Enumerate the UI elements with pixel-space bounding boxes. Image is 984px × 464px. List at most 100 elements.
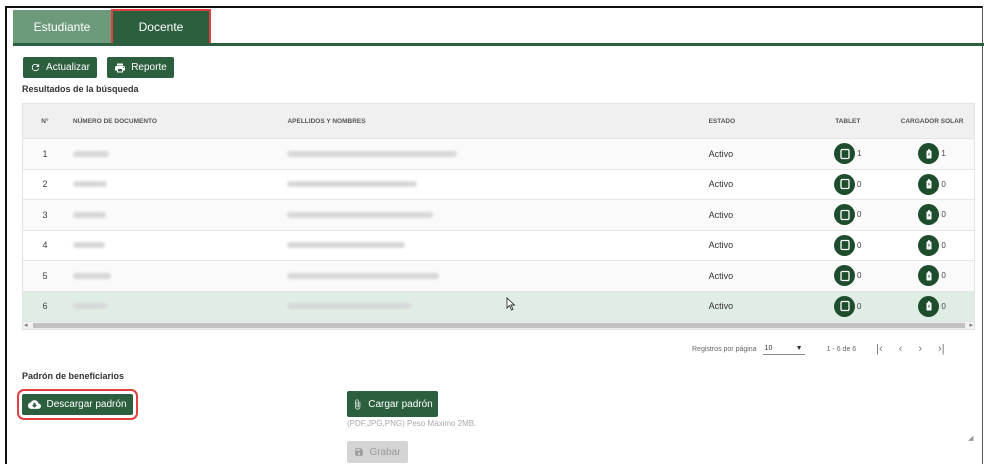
solar-charger-icon[interactable] [918, 265, 940, 287]
solar-count[interactable]: 1 [918, 143, 946, 165]
save-label: Grabar [369, 446, 401, 458]
tablet-count[interactable]: 0 [834, 234, 861, 256]
table-row[interactable]: 4 Activo 0 0 [23, 231, 974, 261]
prev-page-icon[interactable]: ‹ [899, 343, 903, 355]
row-tablet: 0 [805, 200, 890, 230]
tab-docente[interactable]: Docente [111, 9, 211, 45]
redacted-text [72, 150, 109, 157]
header-documento[interactable]: NÚMERO DE DOCUMENTO [67, 104, 282, 138]
redacted-text [72, 303, 107, 310]
solar-count[interactable]: 0 [918, 265, 946, 287]
header-tablet[interactable]: TABLET [805, 104, 890, 138]
tablet-count[interactable]: 1 [834, 143, 862, 165]
solar-charger-icon[interactable] [918, 204, 940, 226]
header-cargador[interactable]: CARGADOR SOLAR [890, 104, 974, 138]
row-number: 2 [42, 179, 48, 190]
redacted-text [287, 181, 418, 188]
row-number: 5 [42, 270, 48, 281]
report-button[interactable]: Reporte [107, 57, 174, 78]
solar-count-value: 0 [941, 210, 946, 220]
tablet-count[interactable]: 0 [834, 204, 861, 226]
tab-estudiante[interactable]: Estudiante [13, 10, 111, 44]
paperclip-icon [355, 398, 361, 410]
tablet-count-value: 0 [857, 271, 862, 281]
solar-count[interactable]: 0 [918, 204, 946, 226]
row-documento [67, 261, 282, 291]
solar-charger-icon[interactable] [918, 173, 940, 195]
solar-charger-icon[interactable] [918, 295, 940, 317]
row-number: 1 [42, 148, 48, 159]
row-tablet: 0 [805, 292, 890, 322]
row-cargador: 0 [890, 292, 974, 322]
tablet-count[interactable]: 0 [834, 173, 862, 195]
horizontal-scrollbar[interactable]: ◂ ▸ [22, 321, 975, 330]
row-tablet: 0 [805, 170, 890, 200]
row-estado: Activo [708, 209, 734, 220]
save-button[interactable]: Grabar [347, 441, 408, 463]
tablet-icon[interactable] [834, 204, 856, 226]
last-page-icon[interactable]: ›| [938, 343, 945, 355]
tablet-icon[interactable] [834, 173, 856, 195]
row-nombres [281, 231, 702, 261]
print-icon [115, 63, 126, 72]
paginator: Registros por página 10 ▼ 1 - 6 de 6 |‹ … [692, 343, 945, 355]
row-estado: Activo [708, 179, 734, 190]
row-nombres [281, 170, 702, 200]
row-tablet: 1 [805, 139, 890, 169]
download-padron-button[interactable]: Descargar padrón [17, 389, 138, 420]
tablet-count-value: 1 [857, 149, 862, 159]
row-number: 4 [42, 240, 48, 251]
table-row[interactable]: 5 Activo 0 0 [23, 261, 974, 292]
redacted-text [72, 211, 106, 218]
row-number: 3 [42, 209, 48, 220]
row-cargador: 0 [890, 231, 974, 261]
row-documento [67, 170, 282, 200]
tablet-icon[interactable] [834, 265, 856, 287]
row-number: 6 [42, 301, 48, 312]
tab-bar: Estudiante Docente [13, 9, 211, 45]
tab-underline [13, 43, 984, 46]
row-tablet: 0 [805, 261, 890, 291]
redacted-text [287, 272, 440, 279]
refresh-icon [31, 63, 40, 72]
header-n[interactable]: N° [23, 104, 67, 138]
tablet-icon[interactable] [834, 143, 856, 165]
page-size-value: 10 [764, 345, 773, 352]
solar-count[interactable]: 0 [918, 295, 946, 317]
scroll-left-icon[interactable]: ◂ [24, 321, 28, 329]
tablet-count[interactable]: 0 [834, 295, 861, 317]
table-row[interactable]: 3 Activo 0 0 [23, 200, 974, 231]
table-row[interactable]: 2 Activo 0 0 [23, 170, 974, 200]
tablet-icon[interactable] [834, 295, 856, 317]
refresh-button[interactable]: Actualizar [23, 57, 97, 78]
row-nombres [281, 261, 702, 291]
scroll-thumb[interactable] [33, 323, 965, 328]
next-page-icon[interactable]: › [918, 343, 922, 355]
redacted-text [287, 150, 458, 157]
scroll-right-icon[interactable]: ▸ [969, 321, 973, 329]
table-row[interactable]: 1 Activo 1 1 [23, 139, 974, 170]
cloud-download-icon [28, 400, 42, 409]
row-estado: Activo [708, 240, 734, 251]
solar-count-value: 0 [941, 240, 946, 250]
page-size-select[interactable]: 10 ▼ [762, 343, 805, 355]
solar-count[interactable]: 0 [918, 173, 946, 195]
solar-charger-icon[interactable] [918, 143, 940, 165]
row-cargador: 0 [890, 200, 974, 230]
page-nav: |‹ ‹ › ›| [876, 343, 944, 355]
first-page-icon[interactable]: |‹ [876, 343, 883, 355]
row-documento [67, 200, 282, 230]
resize-handle-icon[interactable]: ◢ [968, 434, 973, 442]
tablet-count[interactable]: 0 [834, 265, 862, 287]
header-estado[interactable]: ESTADO [703, 104, 806, 138]
table-row[interactable]: 6 Activo 0 0 [23, 291, 974, 322]
solar-charger-icon[interactable] [918, 234, 940, 256]
header-nombres[interactable]: APELLIDOS Y NOMBRES [281, 104, 702, 138]
tablet-count-value: 0 [857, 179, 862, 189]
refresh-label: Actualizar [46, 62, 90, 73]
upload-padron-button[interactable]: Cargar padrón [347, 391, 438, 417]
redacted-text [287, 242, 406, 249]
tablet-icon[interactable] [834, 234, 856, 256]
row-cargador: 0 [890, 170, 974, 200]
solar-count[interactable]: 0 [918, 234, 946, 256]
